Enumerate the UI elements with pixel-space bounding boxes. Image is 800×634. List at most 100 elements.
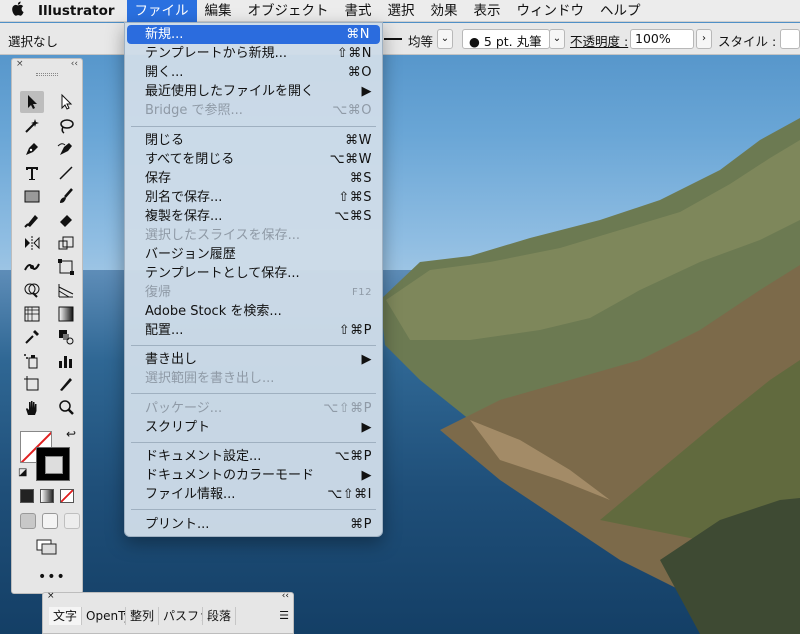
color-mode-icon[interactable] bbox=[20, 489, 34, 503]
eraser-tool-icon[interactable] bbox=[54, 209, 78, 231]
edit-toolbar-more-icon[interactable]: ••• bbox=[38, 569, 66, 585]
tools-panel-collapse-icon[interactable]: ‹‹ bbox=[71, 59, 78, 71]
tab-opentype[interactable]: OpenTy bbox=[82, 607, 127, 625]
symbol-sprayer-tool-icon[interactable] bbox=[20, 350, 44, 372]
menu-help[interactable]: ヘルプ bbox=[592, 0, 649, 22]
menu-file[interactable]: ファイル bbox=[126, 0, 197, 22]
eyedropper-tool-icon[interactable] bbox=[20, 326, 44, 348]
menu-item-new[interactable]: 新規... ⌘N bbox=[127, 25, 380, 44]
type-tool-icon[interactable] bbox=[20, 162, 44, 184]
menu-item-close[interactable]: 閉じる ⌘W bbox=[125, 131, 382, 150]
submenu-arrow-icon: ▶ bbox=[361, 420, 372, 435]
artboard-tool-icon[interactable] bbox=[20, 373, 44, 395]
gradient-tool-icon[interactable] bbox=[54, 303, 78, 325]
magic-wand-tool-icon[interactable] bbox=[20, 115, 44, 137]
opacity-arrow-icon[interactable]: › bbox=[696, 29, 712, 49]
paintbrush-tool-icon[interactable] bbox=[54, 185, 78, 207]
width-tool-icon[interactable] bbox=[20, 256, 44, 278]
free-transform-tool-icon[interactable] bbox=[54, 256, 78, 278]
brush-dot-icon: ● bbox=[469, 34, 480, 49]
tools-panel-close-icon[interactable]: × bbox=[16, 59, 24, 71]
character-panel-collapse-icon[interactable]: ‹‹ bbox=[282, 591, 289, 601]
gradient-mode-icon[interactable] bbox=[40, 489, 54, 503]
swap-fill-stroke-icon[interactable]: ↩ bbox=[66, 427, 76, 441]
menu-item-file-info[interactable]: ファイル情報... ⌥⇧⌘I bbox=[125, 485, 382, 504]
menu-item-shortcut: ⌘O bbox=[347, 65, 372, 80]
panel-menu-icon[interactable]: ☰ bbox=[279, 609, 289, 622]
menu-item-version-history[interactable]: バージョン履歴 bbox=[125, 245, 382, 264]
direct-selection-tool-icon[interactable] bbox=[54, 91, 78, 113]
menu-item-label: スクリプト bbox=[145, 420, 211, 435]
menu-effect[interactable]: 効果 bbox=[423, 0, 466, 22]
draw-inside-icon[interactable] bbox=[64, 513, 80, 529]
hand-tool-icon[interactable] bbox=[20, 397, 44, 419]
menu-select[interactable]: 選択 bbox=[380, 0, 423, 22]
tab-paragraph[interactable]: 段落 bbox=[203, 607, 237, 625]
line-segment-tool-icon[interactable] bbox=[54, 162, 78, 184]
menu-item-document-setup[interactable]: ドキュメント設定... ⌥⌘P bbox=[125, 447, 382, 466]
character-panel-close-icon[interactable]: × bbox=[47, 591, 55, 601]
menu-item-export[interactable]: 書き出し ▶ bbox=[125, 350, 382, 369]
tab-pathfinder[interactable]: パスファ bbox=[159, 607, 204, 625]
menu-item-label: 復帰 bbox=[145, 285, 172, 300]
app-menu-illustrator[interactable]: Illustrator bbox=[34, 3, 127, 19]
pen-tool-icon[interactable] bbox=[20, 138, 44, 160]
menu-item-new-from-template[interactable]: テンプレートから新規... ⇧⌘N bbox=[125, 44, 382, 63]
stroke-swatch-black[interactable] bbox=[36, 447, 70, 481]
menu-item-save-as-template[interactable]: テンプレートとして保存... bbox=[125, 264, 382, 283]
apple-menu-icon[interactable] bbox=[0, 1, 34, 20]
menu-object[interactable]: オブジェクト bbox=[240, 0, 337, 22]
selection-tool-icon[interactable] bbox=[20, 91, 44, 113]
menu-item-open-recent[interactable]: 最近使用したファイルを開く ▶ bbox=[125, 82, 382, 101]
menu-type[interactable]: 書式 bbox=[337, 0, 380, 22]
menu-separator bbox=[131, 442, 376, 443]
menu-window[interactable]: ウィンドウ bbox=[509, 0, 593, 22]
mesh-tool-icon[interactable] bbox=[20, 303, 44, 325]
default-fill-stroke-icon[interactable]: ◪ bbox=[18, 467, 27, 478]
profile-dropdown-chevron-icon[interactable]: ⌄ bbox=[437, 29, 453, 49]
zoom-tool-icon[interactable] bbox=[54, 397, 78, 419]
menu-item-search-adobe-stock[interactable]: Adobe Stock を検索... bbox=[125, 302, 382, 321]
menu-edit[interactable]: 編集 bbox=[197, 0, 240, 22]
variable-width-profile[interactable]: 均等 bbox=[408, 31, 433, 50]
lasso-tool-icon[interactable] bbox=[54, 115, 78, 137]
perspective-grid-tool-icon[interactable] bbox=[54, 279, 78, 301]
opacity-input[interactable]: 100% bbox=[630, 29, 694, 49]
menu-item-document-color-mode[interactable]: ドキュメントのカラーモード ▶ bbox=[125, 466, 382, 485]
menu-item-shortcut: ⇧⌘N bbox=[336, 46, 372, 61]
menu-item-print[interactable]: プリント... ⌘P bbox=[125, 515, 382, 534]
curvature-tool-icon[interactable] bbox=[54, 138, 78, 160]
tab-align[interactable]: 整列 bbox=[126, 607, 160, 625]
menu-item-scripts[interactable]: スクリプト ▶ bbox=[125, 418, 382, 437]
menu-item-shortcut: ⌥⌘P bbox=[334, 449, 372, 464]
menu-item-place[interactable]: 配置... ⇧⌘P bbox=[125, 321, 382, 340]
menu-item-open[interactable]: 開く... ⌘O bbox=[125, 63, 382, 82]
screen-mode-icon[interactable] bbox=[36, 539, 58, 555]
opacity-label[interactable]: 不透明度 : bbox=[570, 31, 628, 50]
draw-behind-icon[interactable] bbox=[42, 513, 58, 529]
menu-item-label: 複製を保存... bbox=[145, 209, 223, 224]
graphic-style-swatch[interactable] bbox=[780, 29, 800, 49]
draw-normal-icon[interactable] bbox=[20, 513, 36, 529]
shaper-tool-icon[interactable] bbox=[20, 209, 44, 231]
shape-builder-tool-icon[interactable] bbox=[20, 279, 44, 301]
brush-definition-select[interactable]: ● 5 pt. 丸筆 bbox=[462, 29, 550, 49]
rectangle-tool-icon[interactable] bbox=[20, 185, 44, 207]
menu-item-save-as[interactable]: 別名で保存... ⇧⌘S bbox=[125, 188, 382, 207]
blend-tool-icon[interactable] bbox=[54, 326, 78, 348]
tab-character[interactable]: 文字 bbox=[49, 607, 83, 625]
menu-item-save-copy[interactable]: 複製を保存... ⌥⌘S bbox=[125, 207, 382, 226]
none-mode-icon[interactable] bbox=[60, 489, 74, 503]
tools-panel-grip[interactable] bbox=[36, 73, 58, 76]
menu-item-label: ドキュメント設定... bbox=[145, 449, 262, 464]
brush-dropdown-chevron-icon[interactable]: ⌄ bbox=[549, 29, 565, 49]
scale-tool-icon[interactable] bbox=[54, 232, 78, 254]
slice-tool-icon[interactable] bbox=[54, 373, 78, 395]
menu-separator bbox=[131, 345, 376, 346]
menu-item-close-all[interactable]: すべてを閉じる ⌥⌘W bbox=[125, 150, 382, 169]
reflect-tool-icon[interactable] bbox=[20, 232, 44, 254]
column-graph-tool-icon[interactable] bbox=[54, 350, 78, 372]
menu-item-save[interactable]: 保存 ⌘S bbox=[125, 169, 382, 188]
menu-view[interactable]: 表示 bbox=[466, 0, 509, 22]
tools-panel-header: × ‹‹ bbox=[12, 59, 82, 71]
